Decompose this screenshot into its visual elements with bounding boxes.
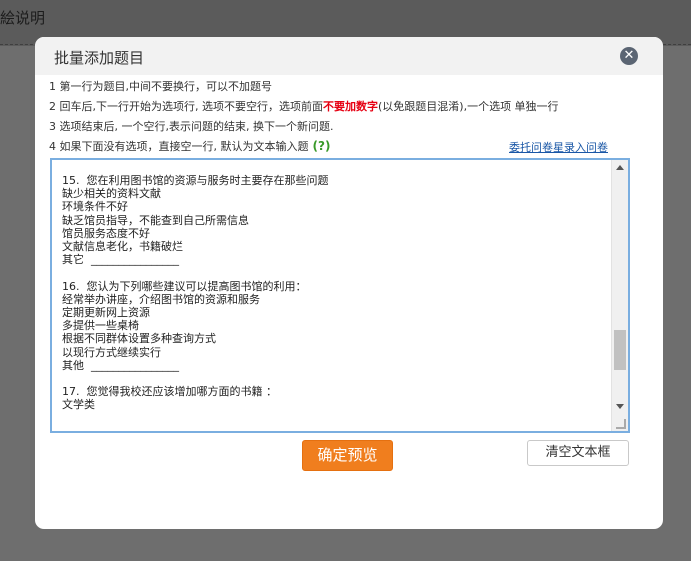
instruction-line-2-text: 2 回车后,下一行开始为选项行, 选项不要空行，选项前面 xyxy=(49,100,323,113)
close-icon[interactable]: ✕ xyxy=(620,47,638,65)
instruction-line-2: 2 回车后,下一行开始为选项行, 选项不要空行，选项前面不要加数字(以免跟题目混… xyxy=(49,98,559,114)
resize-handle-icon[interactable] xyxy=(616,419,626,429)
scroll-up-icon[interactable] xyxy=(616,165,624,170)
textarea-scrollbar[interactable] xyxy=(611,160,628,431)
dialog-header: 批量添加题目 ✕ xyxy=(35,37,663,75)
questions-textarea[interactable]: 15. 您在利用图书馆的资源与服务时主要存在那些问题 缺少相关的资料文献 环境条… xyxy=(50,158,630,433)
scroll-down-icon[interactable] xyxy=(616,404,624,409)
instruction-line-3: 3 选项结束后, 一个空行,表示问题的结束, 换下一个新问题. xyxy=(49,120,334,133)
dialog-title: 批量添加题目 xyxy=(54,49,145,67)
help-icon[interactable]: (?) xyxy=(313,139,331,153)
instruction-line-2-tail: (以免跟题目混淆),一个选项 单独一行 xyxy=(377,100,559,113)
batch-add-dialog: 批量添加题目 ✕ 1 第一行为题目,中间不要换行，可以不加题号 2 回车后,下一… xyxy=(35,37,663,529)
confirm-preview-button[interactable]: 确定预览 xyxy=(302,440,393,471)
instruction-line-4-text: 4 如果下面没有选项，直接空一行, 默认为文本输入题 xyxy=(49,140,309,153)
instruction-line-1: 1 第一行为题目,中间不要换行，可以不加题号 xyxy=(49,80,272,93)
scroll-thumb[interactable] xyxy=(614,330,626,370)
textarea-content[interactable]: 15. 您在利用图书馆的资源与服务时主要存在那些问题 缺少相关的资料文献 环境条… xyxy=(62,174,329,412)
instruction-warning: 不要加数字 xyxy=(322,100,378,113)
delegate-entry-link[interactable]: 委托问卷星录入问卷 xyxy=(509,139,608,155)
instruction-line-4: 4 如果下面没有选项，直接空一行, 默认为文本输入题 (?) xyxy=(49,138,330,154)
clear-textarea-button[interactable]: 清空文本框 xyxy=(527,440,629,466)
background-title: 絵说明 xyxy=(0,9,46,27)
